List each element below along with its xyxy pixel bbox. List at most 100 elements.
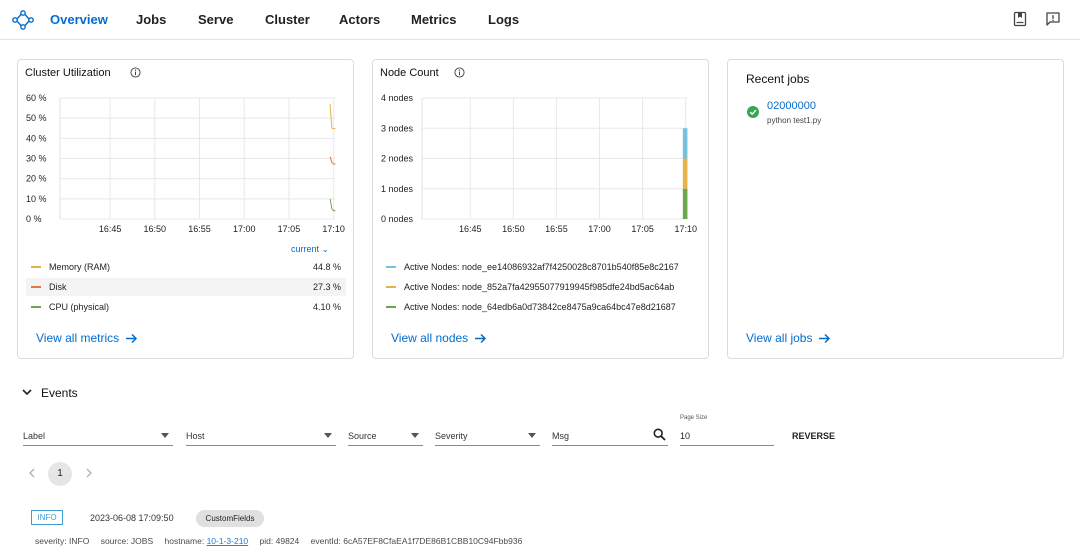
nav-logs[interactable]: Logs xyxy=(488,12,519,27)
next-page-icon[interactable] xyxy=(82,466,96,480)
label-filter[interactable]: Label xyxy=(23,425,173,446)
msg-placeholder: Msg xyxy=(552,431,570,441)
source-filter[interactable]: Source xyxy=(348,425,423,446)
arrow-right-icon xyxy=(819,333,831,343)
legend-name: Active Nodes: node_ee14086932af7f4250028… xyxy=(404,262,679,272)
nav-cluster[interactable]: Cluster xyxy=(265,12,310,27)
legend-name: CPU (physical) xyxy=(49,302,110,312)
event-severity: severity: INFO xyxy=(35,536,90,546)
view-all-nodes-link[interactable]: View all nodes xyxy=(391,331,487,345)
page-size-input[interactable]: 10 xyxy=(680,425,774,446)
page-size-label: Page Size xyxy=(680,415,708,421)
series-line xyxy=(329,104,336,130)
y-tick-label: 40 % xyxy=(26,133,47,143)
view-all-nodes-label: View all nodes xyxy=(391,331,469,345)
top-nav: Overview Jobs Serve Cluster Actors Metri… xyxy=(0,0,1080,40)
dropdown-arrow-icon xyxy=(528,433,536,438)
event-hostname-label: hostname: xyxy=(164,536,205,546)
severity-badge: INFO xyxy=(31,510,63,525)
arrow-right-icon xyxy=(475,333,487,343)
events-title: Events xyxy=(41,386,78,400)
nav-actors[interactable]: Actors xyxy=(339,12,380,27)
host-filter[interactable]: Host xyxy=(186,425,336,446)
ray-logo-icon[interactable] xyxy=(12,10,34,30)
x-tick-label: 17:05 xyxy=(631,224,654,234)
node-legend-row: Active Nodes: node_852a7fa42955077919945… xyxy=(381,278,701,296)
custom-fields-chip[interactable]: CustomFields xyxy=(196,510,264,527)
search-icon[interactable] xyxy=(653,428,666,441)
series-line xyxy=(329,156,336,165)
card-title: Recent jobs xyxy=(746,72,810,86)
series-area xyxy=(682,158,688,189)
y-tick-label: 2 nodes xyxy=(381,154,414,164)
reverse-button[interactable]: REVERSE xyxy=(792,431,835,441)
x-tick-label: 17:10 xyxy=(322,224,345,234)
current-dropdown[interactable]: current ⌄ xyxy=(291,244,329,255)
x-tick-label: 16:50 xyxy=(144,224,167,234)
view-all-metrics-label: View all metrics xyxy=(36,331,120,345)
x-tick-label: 16:55 xyxy=(188,224,211,234)
y-tick-label: 0 % xyxy=(26,214,42,224)
legend-name: Disk xyxy=(49,282,67,292)
legend-name: Memory (RAM) xyxy=(49,262,110,272)
nav-jobs[interactable]: Jobs xyxy=(136,12,166,27)
host-filter-text: Host xyxy=(186,431,205,441)
collapse-events-icon[interactable] xyxy=(20,386,34,398)
legend-swatch xyxy=(31,306,41,308)
y-tick-label: 10 % xyxy=(26,194,47,204)
job-id-link[interactable]: 02000000 xyxy=(767,100,816,112)
event-id: eventId: 6cA57EF8CfaEA1f7DE86B1CBB10C94F… xyxy=(310,536,523,546)
recent-jobs-card: Recent jobs 02000000 python test1.py Vie… xyxy=(727,59,1064,359)
legend-value: 4.10 % xyxy=(312,302,341,312)
legend-row-memory: Memory (RAM) 44.8 % xyxy=(26,258,346,276)
legend-swatch xyxy=(31,266,41,268)
prev-page-icon[interactable] xyxy=(25,466,39,480)
feedback-icon[interactable] xyxy=(1045,11,1061,27)
utilization-chart: 60 % 50 % 40 % 30 % 20 % 10 % 0 % 16:45 16:50 16:… xyxy=(26,93,345,234)
x-tick-label: 16:45 xyxy=(99,224,122,234)
dropdown-arrow-icon xyxy=(161,433,169,438)
view-all-metrics-link[interactable]: View all metrics xyxy=(36,331,138,345)
nav-metrics[interactable]: Metrics xyxy=(411,12,457,27)
view-all-jobs-link[interactable]: View all jobs xyxy=(746,331,831,345)
severity-filter[interactable]: Severity xyxy=(435,425,540,446)
y-tick-label: 3 nodes xyxy=(381,123,414,133)
series-area xyxy=(682,188,688,219)
nav-overview[interactable]: Overview xyxy=(50,12,108,27)
source-filter-text: Source xyxy=(348,431,377,441)
y-tick-label: 0 nodes xyxy=(381,214,414,224)
event-time: 2023-06-08 17:09:50 xyxy=(90,513,174,523)
arrow-right-icon xyxy=(126,333,138,343)
page-size-value: 10 xyxy=(680,431,691,441)
node-count-card: Node Count 4 nodes 3 nodes 2 nodes 1 nodes 0… xyxy=(372,59,709,359)
page-button-1[interactable]: 1 xyxy=(48,462,72,486)
series-area xyxy=(682,128,688,159)
legend-name: Active Nodes: node_852a7fa42955077919945… xyxy=(404,282,675,292)
label-filter-text: Label xyxy=(23,431,46,441)
legend-swatch xyxy=(386,286,396,288)
legend-row-cpu: CPU (physical) 4.10 % xyxy=(26,298,346,316)
node-legend-row: Active Nodes: node_ee14086932af7f4250028… xyxy=(381,258,701,276)
legend-row-disk: Disk 27.3 % xyxy=(26,278,346,296)
event-hostname-link[interactable]: 10-1-3-210 xyxy=(207,536,249,546)
legend-swatch xyxy=(386,306,396,308)
docs-icon[interactable] xyxy=(1012,11,1028,27)
x-tick-label: 16:45 xyxy=(459,224,482,234)
job-command: python test1.py xyxy=(767,116,822,125)
y-tick-label: 20 % xyxy=(26,174,47,184)
view-all-jobs-label: View all jobs xyxy=(746,331,813,345)
x-tick-label: 17:10 xyxy=(674,224,697,234)
y-tick-label: 4 nodes xyxy=(381,93,414,103)
msg-search-input[interactable]: Msg xyxy=(552,425,668,446)
series-line xyxy=(329,198,336,212)
dropdown-arrow-icon xyxy=(411,433,419,438)
current-label: current xyxy=(291,244,320,254)
cluster-utilization-card: Cluster Utilization 60 % 50 % 40 % 30 % 20 %… xyxy=(17,59,354,359)
y-tick-label: 50 % xyxy=(26,113,47,123)
x-tick-label: 16:55 xyxy=(545,224,568,234)
legend-name: Active Nodes: node_64edb6a0d73842ce8475a… xyxy=(404,302,676,312)
y-tick-label: 30 % xyxy=(26,154,47,164)
nav-serve[interactable]: Serve xyxy=(198,12,233,27)
x-tick-label: 16:50 xyxy=(502,224,525,234)
legend-swatch xyxy=(31,286,41,288)
